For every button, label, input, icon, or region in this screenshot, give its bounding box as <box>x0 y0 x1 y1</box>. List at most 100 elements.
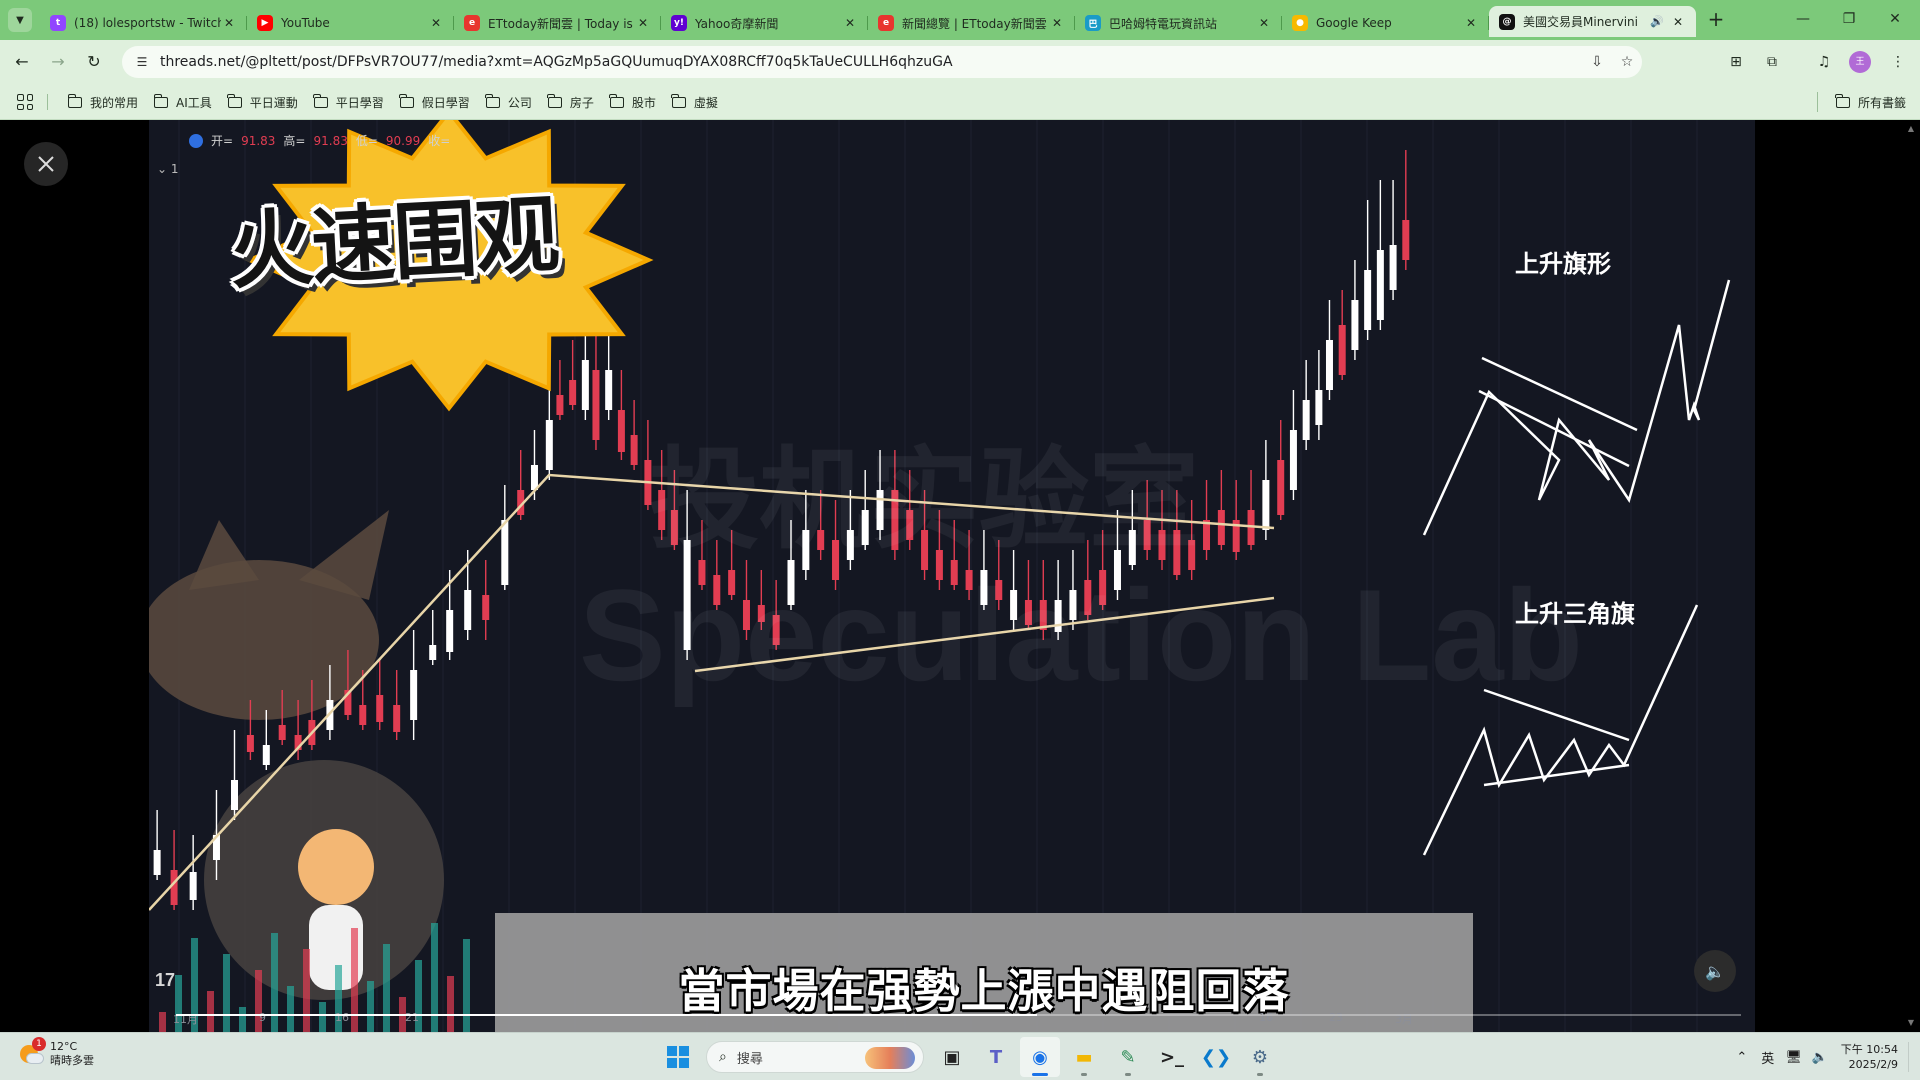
forward-button[interactable]: → <box>44 48 72 76</box>
tradingview-logo: 17 <box>155 970 176 990</box>
ettoday-icon: e <box>464 15 480 31</box>
bookmark-folder[interactable]: 平日學習 <box>306 84 392 120</box>
terminal-button[interactable]: >_ <box>1152 1037 1192 1077</box>
subtitle-caption: 當市場在强勢上漲中遇阻回落 <box>678 964 1290 1018</box>
browser-tab[interactable]: 巴巴哈姆特電玩資訊站 ✕ <box>1075 9 1282 37</box>
tab-list: t (18) lolesportstw - Twitch ✕ ▶ YouTube ✕ e ET… <box>40 6 1696 40</box>
close-tab-button[interactable]: ✕ <box>428 15 444 31</box>
divider <box>1817 92 1818 112</box>
ohlc-legend: 开= 91.83 高= 91.83 低= 90.99 收= <box>189 132 450 149</box>
bookmark-label: 虛擬 <box>693 95 718 110</box>
close-tab-button[interactable]: ✕ <box>635 15 651 31</box>
volume-bar <box>287 986 294 1032</box>
new-tab-button[interactable]: + <box>1704 8 1728 32</box>
scroll-down-arrow[interactable]: ▼ <box>1908 1018 1914 1027</box>
bookmark-star-icon[interactable]: ☆ <box>1612 54 1642 70</box>
bookmark-folder[interactable]: 平日運動 <box>220 84 306 120</box>
install-app-icon[interactable]: ⇩ <box>1582 54 1612 70</box>
candle-body <box>617 410 625 452</box>
candle-body <box>376 695 384 722</box>
start-button[interactable] <box>658 1037 698 1077</box>
close-tab-button[interactable]: ✕ <box>842 15 858 31</box>
bahamut-icon: 巴 <box>1085 15 1101 31</box>
candle-body <box>545 420 553 470</box>
volume-button[interactable]: 🔈 <box>1694 950 1736 992</box>
bookmark-folder[interactable]: 股市 <box>602 84 664 120</box>
candle-body <box>231 780 238 810</box>
settings-button[interactable]: ⚙ <box>1240 1037 1280 1077</box>
threads-icon: @ <box>1499 13 1515 30</box>
minimize-button[interactable]: — <box>1780 0 1826 40</box>
site-info-icon[interactable]: ☰ <box>130 55 154 69</box>
menu-icon[interactable]: ⋮ <box>1886 50 1910 74</box>
bookmark-folder[interactable]: 公司 <box>478 84 540 120</box>
media-viewer: 投机实验室 Speculation Lab 开= 91.83 高= 91.83 低=… <box>0 120 1920 1032</box>
browser-tab[interactable]: ● Google Keep ✕ <box>1282 9 1489 37</box>
taskbar-search[interactable]: ⌕ 搜尋 <box>706 1041 924 1073</box>
close-media-button[interactable] <box>24 142 68 186</box>
notepad-button[interactable]: ✎ <box>1108 1037 1148 1077</box>
browser-tab[interactable]: e 新聞總覽 | ETtoday新聞雲 ✕ <box>868 9 1075 37</box>
show-desktop-button[interactable] <box>1908 1042 1914 1072</box>
watermark-en: Speculation Lab <box>579 562 1584 708</box>
file-explorer-button[interactable]: ▬ <box>1064 1037 1104 1077</box>
browser-tab[interactable]: y! Yahoo奇摩新聞 ✕ <box>661 9 868 37</box>
bookmark-folder[interactable]: 虛擬 <box>664 84 726 120</box>
candle-body <box>1203 520 1211 550</box>
bookmarks-bar: 我的常用 AI工具 平日運動 平日學習 假日學習 公司 房子 股市 虛擬 所有書籤 <box>0 84 1920 120</box>
url-text[interactable]: threads.net/@pltett/post/DFPsVR7OU77/med… <box>160 54 1582 70</box>
close-tab-button[interactable]: ✕ <box>1049 15 1065 31</box>
chrome-button[interactable]: ◉ <box>1020 1037 1060 1077</box>
clock[interactable]: 下午 10:54 2025/2/9 <box>1841 1042 1898 1072</box>
reload-icon: ↻ <box>87 52 101 71</box>
teams-button[interactable]: T <box>976 1037 1016 1077</box>
folder-icon <box>547 93 562 108</box>
tab-title: 巴哈姆特電玩資訊站 <box>1109 16 1218 31</box>
address-bar[interactable]: ☰ threads.net/@pltett/post/DFPsVR7OU77/m… <box>122 46 1642 78</box>
reload-button[interactable]: ↻ <box>80 48 108 76</box>
task-view-button[interactable]: ▣ <box>932 1037 972 1077</box>
vscode-button[interactable]: ❮❯ <box>1196 1037 1236 1077</box>
profile-avatar[interactable]: 王 <box>1849 51 1871 73</box>
folder-icon <box>1835 93 1850 108</box>
show-hidden-icons-button[interactable]: ⌃ <box>1729 1050 1755 1065</box>
video-progress-bar[interactable] <box>176 1014 1741 1016</box>
candle-body <box>1325 340 1333 390</box>
tab-title: Yahoo奇摩新聞 <box>695 16 779 31</box>
bookmark-folder[interactable]: 我的常用 <box>60 84 146 120</box>
network-icon[interactable]: 🖥 <box>1781 1050 1807 1065</box>
candle-body <box>569 380 577 405</box>
candle-body <box>1389 245 1397 290</box>
tab-search-button[interactable]: ▼ <box>8 8 32 32</box>
volume-icon[interactable]: 🔈 <box>1807 1050 1833 1065</box>
restore-button[interactable]: ❐ <box>1826 0 1872 40</box>
close-tab-button[interactable]: ✕ <box>1256 15 1272 31</box>
back-button[interactable]: ← <box>8 48 36 76</box>
bookmark-folder[interactable]: AI工具 <box>146 84 220 120</box>
browser-tab[interactable]: @ 美國交易員Minervini 🔊 ✕ <box>1489 6 1696 37</box>
extensions-icon[interactable]: ⧉ <box>1760 50 1784 74</box>
terminal-icon: >_ <box>1159 1046 1185 1068</box>
weather-widget[interactable]: 1 12°C 晴時多雲 <box>18 1037 94 1068</box>
translate-icon[interactable]: ⊞ <box>1724 50 1748 74</box>
browser-tab[interactable]: t (18) lolesportstw - Twitch ✕ <box>40 9 247 37</box>
close-tab-button[interactable]: ✕ <box>1670 14 1686 30</box>
all-bookmarks-button[interactable]: 所有書籤 <box>1835 84 1906 120</box>
folder-icon <box>671 93 686 108</box>
ime-indicator[interactable]: 英 <box>1755 1048 1781 1067</box>
scroll-up-arrow[interactable]: ▲ <box>1908 124 1914 133</box>
media-controls-icon[interactable]: ♫ <box>1812 50 1836 74</box>
close-window-button[interactable]: ✕ <box>1872 0 1918 40</box>
apps-grid-icon[interactable] <box>17 94 33 110</box>
candle-body <box>556 395 564 415</box>
close-tab-button[interactable]: ✕ <box>1463 15 1479 31</box>
close-tab-button[interactable]: ✕ <box>221 15 237 31</box>
browser-tab[interactable]: e ETtoday新聞雲 | Today is ✕ <box>454 9 661 37</box>
candle-body <box>1315 390 1323 425</box>
bookmark-folder[interactable]: 假日學習 <box>392 84 478 120</box>
volume-bar <box>159 1012 166 1032</box>
bookmark-label: 公司 <box>507 95 532 110</box>
browser-tab[interactable]: ▶ YouTube ✕ <box>247 9 454 37</box>
bookmark-folder[interactable]: 房子 <box>540 84 602 120</box>
video-player[interactable]: 投机实验室 Speculation Lab 开= 91.83 高= 91.83 低=… <box>149 120 1755 1032</box>
